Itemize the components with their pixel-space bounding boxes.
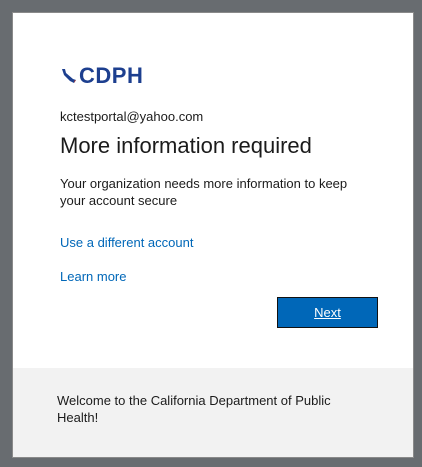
- footer-welcome-text: Welcome to the California Department of …: [57, 393, 331, 425]
- next-button[interactable]: Next: [277, 297, 378, 328]
- page-title: More information required: [60, 133, 312, 158]
- page-description: Your organization needs more information…: [60, 176, 348, 208]
- learn-more-link[interactable]: Learn more: [60, 269, 126, 284]
- account-email: kctestportal@yahoo.com: [60, 109, 204, 124]
- california-state-icon: [62, 69, 76, 83]
- footer-panel: Welcome to the California Department of …: [13, 368, 413, 457]
- sign-in-card: CDPH kctestportal@yahoo.com More informa…: [12, 12, 414, 458]
- use-different-account-link[interactable]: Use a different account: [60, 235, 193, 250]
- cdph-logo: CDPH: [60, 63, 143, 89]
- logo-text: CDPH: [79, 63, 144, 88]
